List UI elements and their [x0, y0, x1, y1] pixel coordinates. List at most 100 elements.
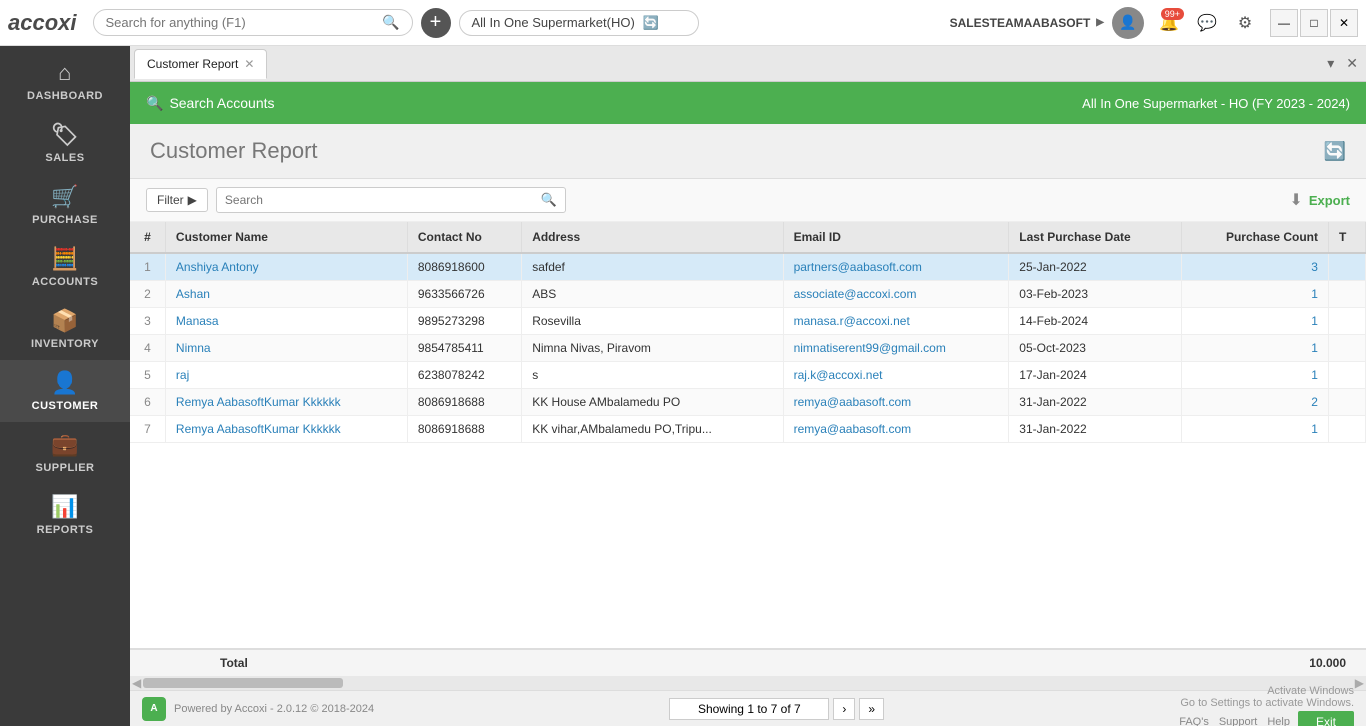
sidebar-item-purchase[interactable]: 🛒PURCHASE — [0, 174, 130, 236]
table-row[interactable]: 6Remya AabasoftKumar Kkkkkk8086918688KK … — [130, 389, 1366, 416]
cell-r1-c3: ABS — [522, 281, 783, 308]
table-row[interactable]: 3Manasa9895273298Rosevillamanasa.r@accox… — [130, 308, 1366, 335]
search-icon[interactable]: 🔍 — [382, 14, 399, 31]
top-icons: 🔔99+ 💬 ⚙ — [1152, 6, 1262, 40]
cell-r5-c7 — [1328, 389, 1365, 416]
settings-button[interactable]: ⚙ — [1228, 6, 1262, 40]
messages-button[interactable]: 💬 — [1190, 6, 1224, 40]
table-row[interactable]: 4Nimna9854785411Nimna Nivas, Piravomnimn… — [130, 335, 1366, 362]
cell-r0-c4: partners@aabasoft.com — [783, 253, 1009, 281]
tab-pin-button[interactable]: ▾ — [1323, 53, 1338, 74]
cell-r2-c6: 1 — [1181, 308, 1328, 335]
cell-r4-c4: raj.k@accoxi.net — [783, 362, 1009, 389]
cell-r0-c2: 8086918600 — [407, 253, 521, 281]
cell-r6-c5: 31-Jan-2022 — [1009, 416, 1181, 443]
sidebar-item-supplier[interactable]: 💼SUPPLIER — [0, 422, 130, 484]
bottom-right: Activate Windows Go to Settings to activ… — [1179, 685, 1354, 726]
company-selector[interactable]: All In One Supermarket(HO) 🔄 — [459, 10, 699, 36]
export-button[interactable]: Export — [1309, 193, 1350, 208]
cell-r4-c7 — [1328, 362, 1365, 389]
maximize-button[interactable]: □ — [1300, 9, 1328, 37]
inventory-icon: 📦 — [51, 308, 79, 334]
close-button[interactable]: ✕ — [1330, 9, 1358, 37]
col-header-0: # — [130, 222, 165, 253]
table-row[interactable]: 5raj6238078242sraj.k@accoxi.net17-Jan-20… — [130, 362, 1366, 389]
accounts-icon: 🧮 — [51, 246, 79, 272]
cell-r2-c4: manasa.r@accoxi.net — [783, 308, 1009, 335]
last-page-button[interactable]: » — [859, 698, 884, 720]
faq-link[interactable]: FAQ's — [1179, 716, 1209, 726]
global-search-bar[interactable]: 🔍 — [93, 9, 413, 36]
cell-r3-c5: 05-Oct-2023 — [1009, 335, 1181, 362]
tab-close-icon[interactable]: ✕ — [244, 57, 254, 71]
cell-r1-c1: Ashan — [165, 281, 407, 308]
tab-bar: Customer Report ✕ ▾ ✕ — [130, 46, 1366, 82]
cell-r1-c6: 1 — [1181, 281, 1328, 308]
support-link[interactable]: Support — [1219, 716, 1258, 726]
col-header-4: Email ID — [783, 222, 1009, 253]
sales-icon: 🏷 — [51, 122, 79, 148]
export-filter-icon[interactable]: ⬇ — [1289, 190, 1302, 210]
sidebar-item-label: REPORTS — [37, 524, 94, 536]
minimize-button[interactable]: — — [1270, 9, 1298, 37]
filter-bar: Filter ▶ 🔍 ⬇ Export — [130, 179, 1366, 222]
tab-label: Customer Report — [147, 57, 238, 71]
help-link[interactable]: Help — [1267, 716, 1290, 726]
cell-r3-c6: 1 — [1181, 335, 1328, 362]
table-row[interactable]: 2Ashan9633566726ABSassociate@accoxi.com0… — [130, 281, 1366, 308]
cell-r5-c6: 2 — [1181, 389, 1328, 416]
cell-r1-c5: 03-Feb-2023 — [1009, 281, 1181, 308]
cell-r2-c3: Rosevilla — [522, 308, 783, 335]
green-header: 🔍 Search Accounts All In One Supermarket… — [130, 82, 1366, 124]
filter-button[interactable]: Filter ▶ — [146, 188, 208, 212]
scroll-thumb[interactable] — [143, 678, 343, 688]
cell-r2-c2: 9895273298 — [407, 308, 521, 335]
next-page-button[interactable]: › — [833, 698, 855, 720]
sidebar-item-dashboard[interactable]: ⌂DASHBOARD — [0, 50, 130, 112]
cell-r1-c0: 2 — [130, 281, 165, 308]
add-button[interactable]: + — [421, 8, 451, 38]
tab-close-button[interactable]: ✕ — [1342, 53, 1362, 74]
exit-button[interactable]: Exit — [1298, 711, 1354, 726]
filter-expand-icon: ▶ — [188, 193, 197, 207]
sidebar-item-accounts[interactable]: 🧮ACCOUNTS — [0, 236, 130, 298]
page-refresh-button[interactable]: 🔄 — [1324, 141, 1346, 162]
table-footer: Total 10.000 — [130, 648, 1366, 676]
cell-r3-c4: nimnatiserent99@gmail.com — [783, 335, 1009, 362]
tab-customer-report[interactable]: Customer Report ✕ — [134, 49, 267, 79]
table-row[interactable]: 7Remya AabasoftKumar Kkkkkk8086918688KK … — [130, 416, 1366, 443]
sidebar-item-label: SALES — [45, 152, 84, 164]
cell-r3-c3: Nimna Nivas, Piravom — [522, 335, 783, 362]
sidebar-item-sales[interactable]: 🏷 SALES — [0, 112, 130, 174]
page-info: Showing 1 to 7 of 7 — [669, 698, 829, 720]
notifications-button[interactable]: 🔔99+ — [1152, 6, 1186, 40]
user-dropdown-icon[interactable]: ▶ — [1096, 17, 1104, 28]
cell-r6-c1: Remya AabasoftKumar Kkkkkk — [165, 416, 407, 443]
cell-r6-c7 — [1328, 416, 1365, 443]
customer-icon: 👤 — [51, 370, 79, 396]
search-input[interactable] — [106, 15, 383, 30]
avatar[interactable]: 👤 — [1112, 7, 1144, 39]
filter-search-input[interactable] — [225, 193, 541, 207]
supplier-icon: 💼 — [51, 432, 79, 458]
cell-r2-c1: Manasa — [165, 308, 407, 335]
search-accounts-button[interactable]: 🔍 Search Accounts — [146, 95, 275, 112]
cell-r0-c7 — [1328, 253, 1365, 281]
table-row[interactable]: 1Anshiya Antony8086918600safdefpartners@… — [130, 253, 1366, 281]
cell-r2-c0: 3 — [130, 308, 165, 335]
cell-r1-c4: associate@accoxi.com — [783, 281, 1009, 308]
cell-r1-c7 — [1328, 281, 1365, 308]
cell-r6-c6: 1 — [1181, 416, 1328, 443]
filter-search-icon[interactable]: 🔍 — [541, 192, 557, 208]
main-layout: ⌂DASHBOARD 🏷 SALES 🛒PURCHASE🧮ACCOUNTS📦INVEN… — [0, 46, 1366, 726]
sidebar-item-reports[interactable]: 📊REPORTS — [0, 484, 130, 546]
filter-search-bar[interactable]: 🔍 — [216, 187, 566, 213]
cell-r5-c4: remya@aabasoft.com — [783, 389, 1009, 416]
col-header-3: Address — [522, 222, 783, 253]
sidebar-item-customer[interactable]: 👤CUSTOMER — [0, 360, 130, 422]
cell-r2-c7 — [1328, 308, 1365, 335]
cell-r4-c5: 17-Jan-2024 — [1009, 362, 1181, 389]
user-info: SALESTEAMAABASOFT ▶ — [950, 16, 1104, 30]
company-refresh-icon[interactable]: 🔄 — [643, 15, 659, 31]
sidebar-item-inventory[interactable]: 📦INVENTORY — [0, 298, 130, 360]
